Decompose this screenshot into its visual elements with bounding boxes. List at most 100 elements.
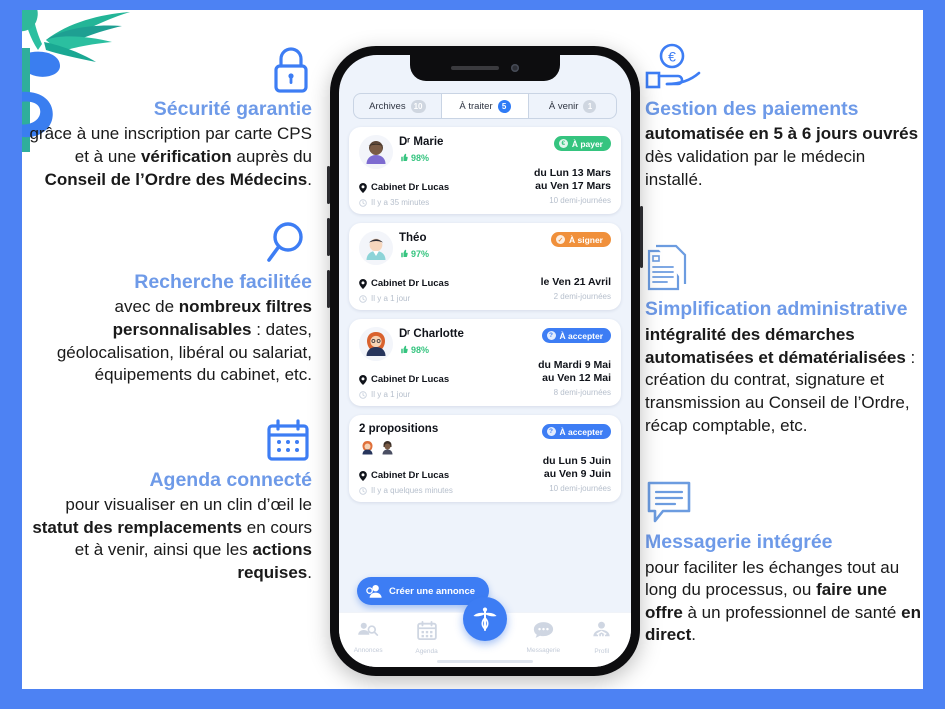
location-text: Cabinet Dr Lucas	[371, 278, 450, 289]
card-dates: du Mardi 9 Mai au Ven 12 Mai 8 demi-jour…	[538, 359, 611, 397]
svg-text:€: €	[668, 49, 676, 65]
caduceus-icon[interactable]	[463, 597, 507, 641]
thumbs-up-icon	[401, 154, 408, 162]
location-text: Cabinet Dr Lucas	[371, 182, 450, 193]
badge-label: À accepter	[559, 330, 603, 341]
pin-icon	[359, 182, 367, 193]
feature-body: pour faciliter les échanges tout au long…	[645, 557, 921, 645]
avatar	[379, 439, 396, 456]
avatar	[359, 327, 393, 361]
feature-paiements: € Gestion des paiements automatisée en 5…	[645, 38, 923, 191]
card-rating: 98%	[399, 345, 611, 355]
front-camera-icon	[511, 64, 519, 72]
tab-label: À traiter	[459, 100, 493, 112]
tab-badge: 5	[497, 99, 511, 113]
thumbs-up-icon	[401, 250, 408, 258]
pin-icon	[359, 374, 367, 385]
card-meta: Cabinet Dr Lucas Il y a 1 jour du Mardi …	[359, 359, 611, 399]
date-line-2: au Ven 12 Mai	[542, 371, 611, 384]
feature-body: grâce à une inscription par carte CPS et…	[29, 124, 312, 189]
home-indicator	[437, 660, 533, 663]
chat-bubble-icon	[645, 471, 923, 527]
nav-label: Agenda	[415, 648, 438, 655]
mission-card[interactable]: Dʳ Marie 98% € À payer Cabinet Dr Lucas …	[349, 127, 621, 214]
tab-a-venir[interactable]: À venir 1	[529, 94, 616, 118]
mission-card[interactable]: 2 propositions ? À accepter Cabinet Dr L…	[349, 415, 621, 502]
card-dates: du Lun 13 Mars au Ven 17 Mars 10 demi-jo…	[534, 167, 611, 205]
status-badge: ? À accepter	[541, 424, 611, 439]
calendar-nav-icon	[416, 621, 437, 640]
date-line-1: du Lun 13 Mars	[533, 166, 611, 179]
left-feature-column: Sécurité garantie grâce à une inscriptio…	[22, 10, 322, 591]
badge-label: À accepter	[559, 426, 603, 437]
clock-icon	[359, 294, 367, 303]
cta-label: Créer une annonce	[389, 585, 476, 597]
nav-item-agenda[interactable]: Agenda	[401, 621, 453, 655]
phone-mockup: Archives 10 À traiter 5 À venir 1 Dʳ Mar…	[327, 46, 643, 676]
calendar-icon	[22, 409, 312, 465]
feature-title: Messagerie intégrée	[645, 531, 833, 554]
location-text: Cabinet Dr Lucas	[371, 470, 450, 481]
earpiece-speaker	[451, 66, 499, 70]
badge-glyph: €	[558, 139, 568, 148]
create-listing-button[interactable]: Créer une annonce	[357, 577, 490, 605]
nav-label: Profil	[594, 648, 610, 655]
feature-simplification: Simplification administrative intégralit…	[645, 239, 923, 437]
tab-badge: 10	[410, 99, 426, 113]
card-meta: Cabinet Dr Lucas Il y a 35 minutes du Lu…	[359, 167, 611, 207]
card-dates: le Ven 21 Avril 2 demi-journées	[541, 276, 611, 301]
tab-badge: 1	[583, 99, 597, 113]
thumbs-up-icon	[401, 346, 408, 354]
feature-recherche: Recherche facilitée avec de nombreux fil…	[22, 211, 312, 387]
duration-text: 8 demi-journées	[553, 388, 611, 397]
status-badge: € À payer	[553, 136, 611, 151]
feature-title: Gestion des paiements	[645, 98, 859, 120]
tab-label: Archives	[369, 100, 406, 112]
clock-icon	[359, 390, 367, 399]
card-rating: 97%	[399, 249, 611, 259]
tab-a-traiter[interactable]: À traiter 5	[441, 94, 530, 118]
location-text: Cabinet Dr Lucas	[371, 374, 450, 385]
tab-label: À venir	[548, 100, 579, 112]
mission-card[interactable]: Théo 97% ✓ À signer Cabinet Dr Lucas Il …	[349, 223, 621, 310]
date-line-1: le Ven 21 Avril	[540, 275, 611, 288]
rating-value: 98%	[411, 152, 430, 163]
date-line-1: du Mardi 9 Mai	[538, 358, 611, 371]
avatar	[359, 439, 376, 456]
nav-item-profil[interactable]: Profil	[576, 621, 628, 655]
documents-icon	[645, 239, 923, 295]
avatar	[359, 135, 393, 169]
date-line-2: au Ven 17 Mars	[535, 179, 611, 192]
clock-icon	[359, 486, 367, 495]
nav-label: Annonces	[353, 647, 383, 654]
feature-agenda: Agenda connecté pour visualiser en un cl…	[22, 409, 312, 585]
bottom-navigation: Annonces Agenda Messagerie Profil	[339, 597, 631, 667]
feature-body: pour visualiser en un clin d’œil le stat…	[32, 495, 312, 583]
status-badge: ✓ À signer	[550, 232, 611, 247]
timestamp-text: Il y a 1 jour	[371, 390, 411, 399]
timestamp-text: Il y a quelques minutes	[371, 486, 453, 495]
nav-item-messagerie[interactable]: Messagerie	[517, 621, 569, 654]
timestamp-text: Il y a 1 jour	[371, 294, 411, 303]
mission-card-list: Dʳ Marie 98% € À payer Cabinet Dr Lucas …	[349, 127, 621, 589]
tab-archives[interactable]: Archives 10	[354, 94, 442, 118]
badge-label: À payer	[571, 138, 603, 149]
feature-body: avec de nombreux filtres personnalisable…	[56, 297, 312, 385]
feature-body: automatisée en 5 à 6 jours ouvrés dès va…	[645, 124, 919, 189]
badge-glyph: ✓	[555, 235, 565, 244]
pin-icon	[359, 470, 367, 481]
nav-item-annonces[interactable]: Annonces	[342, 621, 394, 654]
feature-title: Simplification administrative	[645, 299, 908, 321]
card-dates: du Lun 5 Juin au Ven 9 Juin 10 demi-jour…	[543, 455, 611, 493]
feature-title: Agenda connecté	[149, 468, 312, 491]
profile-nav-icon	[593, 621, 610, 638]
duration-text: 10 demi-journées	[549, 484, 611, 493]
nav-label: Messagerie	[526, 647, 561, 654]
search-icon	[22, 211, 312, 267]
poster-canvas: Sécurité garantie grâce à une inscriptio…	[22, 10, 923, 689]
feature-title: Recherche facilitée	[134, 271, 312, 294]
mission-card[interactable]: Dʳ Charlotte 98% ? À accepter Cabinet Dr…	[349, 319, 621, 406]
hand-euro-icon: €	[645, 38, 923, 94]
feature-messagerie: Messagerie intégrée pour faciliter les é…	[645, 471, 923, 647]
timestamp-text: Il y a 35 minutes	[371, 198, 430, 207]
